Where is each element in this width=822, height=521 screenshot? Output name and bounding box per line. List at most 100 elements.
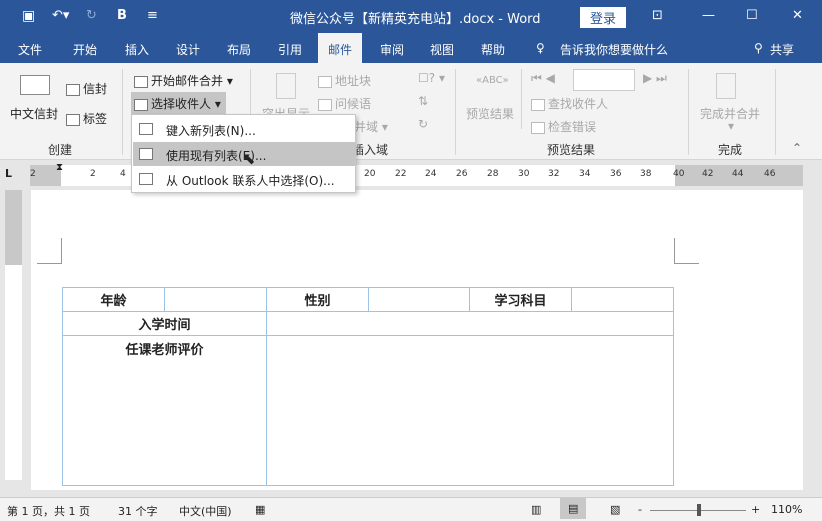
tab-mailings[interactable]: 邮件 (318, 33, 363, 63)
labels-button[interactable]: 标签 (66, 110, 107, 127)
customize-qat-icon[interactable]: ≡ (147, 8, 158, 23)
preview-results-button[interactable]: 预览结果 (466, 105, 514, 122)
ruler-number: 40 (673, 169, 685, 179)
bold-button[interactable]: B (117, 8, 127, 23)
table-cell[interactable]: 学习科目 (469, 287, 572, 312)
table-cell[interactable] (164, 287, 267, 312)
tab-home[interactable]: 开始 (73, 41, 97, 58)
read-mode-icon[interactable]: ▥ (531, 503, 541, 516)
lightbulb-icon: ♀ (536, 41, 545, 55)
ruler-number: 4 (120, 169, 126, 179)
tab-view[interactable]: 视图 (430, 41, 454, 58)
macro-icon[interactable]: ▦ (255, 503, 265, 516)
zoom-out-button[interactable]: - (638, 503, 642, 516)
start-mail-merge-button[interactable]: 开始邮件合并 ▾ (134, 72, 233, 89)
select-recipients-menu: 键入新列表(N)... 使用现有列表(E)... 从 Outlook 联系人中选… (131, 114, 356, 193)
greeting-line-button[interactable]: 问候语 (318, 95, 371, 112)
indent-marker-icon[interactable]: ⧗ (56, 162, 63, 173)
table-row: 年龄 性别 学习科目 (62, 287, 674, 312)
zoom-in-button[interactable]: + (751, 503, 760, 516)
start-merge-label: 开始邮件合并 (151, 74, 224, 88)
tab-layout[interactable]: 布局 (227, 41, 251, 58)
ribbon-display-icon[interactable]: ⊡ (652, 8, 663, 23)
next-record-icon[interactable]: ▶ ⏭ (643, 71, 667, 86)
existing-list-icon (139, 148, 153, 160)
ruler-number: 28 (487, 169, 499, 179)
save-icon[interactable]: ▣ (22, 8, 35, 24)
web-layout-icon[interactable]: ▧ (610, 503, 620, 516)
table-cell[interactable] (571, 287, 674, 312)
page-count[interactable]: 第 1 页，共 1 页 (7, 503, 90, 519)
match-fields-icon[interactable]: ⇅ (418, 94, 428, 108)
address-block-icon (318, 75, 332, 88)
table-cell[interactable] (266, 311, 674, 336)
tab-file[interactable]: 文件 (18, 41, 42, 58)
tab-stop-selector[interactable]: L (5, 167, 12, 180)
check-errors-icon (531, 121, 545, 134)
table-cell[interactable]: 性别 (266, 287, 369, 312)
undo-icon[interactable]: ↶▾ (52, 8, 69, 23)
ruler-number: 46 (764, 169, 776, 179)
zoom-slider-thumb[interactable] (697, 504, 701, 516)
tab-insert[interactable]: 插入 (125, 41, 149, 58)
vertical-ruler[interactable] (5, 190, 22, 480)
ribbon-tabs: 文件 开始 插入 设计 布局 引用 邮件 审阅 视图 帮助 ♀ 告诉我你想要做什… (0, 33, 822, 63)
zoom-level[interactable]: 110% (771, 503, 802, 516)
tell-me-search[interactable]: 告诉我你想要做什么 (560, 41, 668, 58)
menu-item-outlook-contacts[interactable]: 从 Outlook 联系人中选择(O)... (133, 167, 355, 191)
ruler-number: 2 (90, 169, 96, 179)
envelope-icon (20, 75, 50, 95)
collapse-ribbon-icon[interactable]: ⌃ (792, 141, 802, 155)
maximize-button[interactable]: ☐ (746, 8, 758, 23)
table-cell[interactable] (368, 287, 470, 312)
close-button[interactable]: ✕ (792, 8, 803, 23)
envelopes-label: 信封 (83, 82, 108, 96)
redo-icon[interactable]: ↻ (86, 8, 97, 23)
group-preview-label: 预览结果 (547, 143, 596, 157)
table-cell[interactable] (266, 335, 674, 486)
tab-help[interactable]: 帮助 (481, 41, 505, 58)
update-labels-icon[interactable]: ↻ (418, 117, 428, 131)
margin-corner (37, 238, 62, 264)
ruler-number: 22 (395, 169, 407, 179)
group-create-label: 创建 (48, 143, 73, 157)
login-button[interactable]: 登录 (580, 7, 627, 28)
tab-review[interactable]: 审阅 (380, 41, 404, 58)
menu-item-label: 键入新列表(N)... (166, 124, 256, 138)
table-cell[interactable]: 入学时间 (62, 311, 267, 336)
check-errors-button[interactable]: 检查错误 (531, 118, 596, 135)
highlight-fields-icon (276, 73, 296, 99)
first-record-icon[interactable]: ⏮ ◀ (531, 71, 555, 86)
new-list-icon (139, 123, 153, 135)
address-block-button[interactable]: 地址块 (318, 72, 371, 89)
menu-item-type-new-list[interactable]: 键入新列表(N)... (133, 117, 355, 141)
table-row: 入学时间 (62, 311, 674, 336)
language[interactable]: 中文(中国) (179, 503, 232, 519)
labels-label: 标签 (83, 112, 108, 126)
table-cell[interactable]: 年龄 (62, 287, 165, 312)
find-icon (531, 98, 545, 111)
record-input[interactable] (573, 69, 635, 91)
ruler-number: 44 (732, 169, 744, 179)
window-title: 微信公众号【新精英充电站】.docx - Word (290, 12, 541, 27)
document-table[interactable]: 年龄 性别 学习科目 入学时间 任课老师评价 (62, 287, 674, 486)
find-recipient-button[interactable]: 查找收件人 (531, 95, 608, 112)
chinese-envelope-button[interactable]: 中文信封 (10, 105, 58, 122)
word-count[interactable]: 31 个字 (118, 503, 158, 519)
menu-item-label: 从 Outlook 联系人中选择(O)... (166, 174, 335, 188)
preview-abc-icon: «ABC» (476, 75, 509, 86)
share-button[interactable]: 共享 (770, 41, 794, 58)
tab-design[interactable]: 设计 (176, 41, 200, 58)
greeting-icon (318, 98, 332, 111)
rules-icon[interactable]: ☐? ▾ (418, 71, 445, 85)
ruler-number: 32 (548, 169, 560, 179)
print-layout-icon[interactable]: ▤ (560, 498, 587, 519)
table-cell[interactable]: 任课老师评价 (62, 335, 267, 486)
tab-references[interactable]: 引用 (278, 41, 302, 58)
envelopes-button[interactable]: 信封 (66, 80, 107, 97)
select-recipients-button[interactable]: 选择收件人 ▾ (131, 92, 226, 115)
contacts-icon (139, 173, 153, 185)
minimize-button[interactable]: — (702, 8, 715, 23)
recipients-icon (134, 98, 148, 111)
address-block-label: 地址块 (335, 74, 372, 88)
